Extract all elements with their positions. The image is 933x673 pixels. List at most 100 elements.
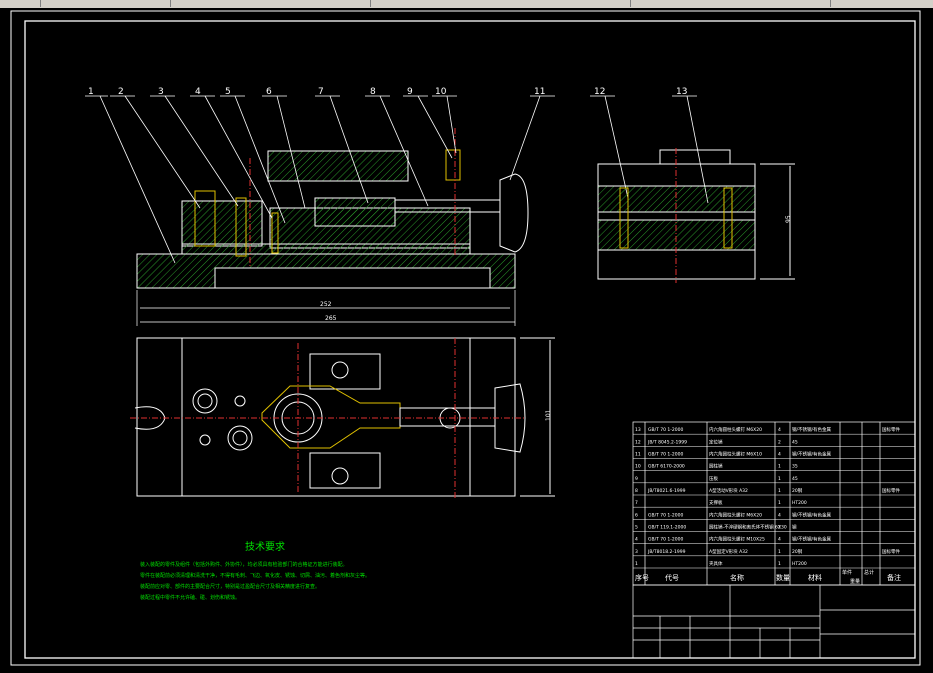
bom-cell-name: 内六角圆柱头螺钉 M6X10 [709,451,762,458]
bom-cell-seq: 9 [635,476,638,482]
balloon-13: 13 [676,87,687,97]
bom-cell-qty: 1 [778,561,781,567]
bom-cell-code: GB/T 70 1-2000 [648,452,684,458]
balloon-4: 4 [195,87,201,97]
bom-cell-seq: 10 [635,464,641,470]
bom-cell-qty: 4 [778,452,781,458]
balloon-10: 10 [435,87,447,97]
bom-cell-name: A型固定V形块 A32 [709,548,748,555]
balloon-9: 9 [407,87,413,97]
balloon-2: 2 [118,87,124,97]
bom-cell-qty: 4 [778,512,781,518]
bom-cell-seq: 11 [635,452,641,458]
header-unit: 单件 [842,569,852,576]
note-line: 零件在装配前必须清理和清洗干净，不得有毛刺、飞边、氧化皮、锈蚀、切屑、油污、着色… [140,572,370,579]
note-line: 装配前应对零、部件的主要配合尺寸，特别是过盈配合尺寸及相关精度进行复查。 [140,583,320,590]
bom-cell-code: GB/T 70 1-2000 [648,537,684,543]
bom-cell-code: JB/T8021.6-1999 [647,488,686,494]
toolbar-button[interactable] [0,0,41,7]
bom-cell-note: 国标零件 [882,548,900,555]
header-seq: 序号 [635,573,649,582]
bom-cell-code: JB/T 8045.2-1999 [647,439,687,445]
bom-cell-mat: HT200 [792,561,807,567]
header-mass: 重量 [850,578,860,585]
bom-cell-qty: 4 [778,427,781,433]
drawing-canvas[interactable]: 1 2 3 4 5 6 7 8 9 10 11 12 13 252 265 95 [0,8,933,669]
bom-rows: 13 GB/T 70 1-2000 内六角圆柱头螺钉 M6X20 4 钢/不锈钢/有色金… [633,426,915,569]
notes-title: 技术要求 [245,540,285,553]
bom-cell-note: 国标零件 [882,487,900,494]
balloon-8: 8 [370,87,376,97]
handle [499,173,529,253]
balloon-labels: 1 2 3 4 5 6 7 8 9 10 11 12 13 [88,87,687,97]
bom-cell-mat: 钢 [792,524,797,531]
bom-cell-mat: 钢/不锈钢/有色金属 [792,536,832,543]
header-material: 材料 [808,573,822,582]
bom-cell-note: 国标零件 [882,426,900,433]
linetype-dropdown[interactable] [370,0,631,7]
bom-header: 序号 代号 名称 数量 材料 单件 总计 重量 备注 [635,569,901,585]
cylinder-pin [445,149,461,181]
clamp-section [267,150,409,182]
bom-cell-mat: 35 [792,464,798,470]
lineweight-dropdown[interactable] [630,0,831,7]
bom-cell-name: 定位销 [709,438,723,445]
bom-cell-name: 内六角圆柱头螺钉 M6X20 [709,511,762,518]
bom-cell-mat: 钢/不锈钢/有色金属 [792,426,832,433]
bom-cell-seq: 12 [635,439,641,445]
bom-cell-qty: 2 [778,525,781,531]
bom-cell-name: A型活动V形块 A32 [709,487,748,494]
bom-cell-code: JB/T8018.2-1999 [647,549,686,555]
balloon-1: 1 [88,87,94,97]
bom-cell-mat: 45 [792,439,798,445]
header-qty: 数量 [776,573,790,582]
dimension-101: 101 [545,409,552,421]
balloon-6: 6 [266,87,272,97]
balloon-12: 12 [594,87,605,97]
bom-cell-seq: 6 [635,512,638,518]
bom-cell-code: GB/T 70 1-2000 [648,427,684,433]
bom-cell-name: 圆柱销 [709,463,723,470]
bom-cell-mat: 钢/不锈钢/有色金属 [792,511,832,518]
balloon-3: 3 [158,87,164,97]
bom-cell-code: GB/T 70 1-2000 [648,512,684,518]
bom-cell-qty: 1 [778,488,781,494]
bom-cell-code: GB/T 119.1-2000 [648,525,686,531]
bom-cell-name: 支撑板 [709,499,723,506]
layer-dropdown[interactable] [40,0,171,7]
bom-cell-mat: 20钢 [792,548,803,555]
dimension-95: 95 [785,215,792,223]
bom-cell-mat: 20钢 [792,487,803,494]
bom-cell-name: 内六角圆柱头螺钉 M10X25 [709,536,765,543]
bom-cell-mat: HT200 [792,500,807,506]
bom-cell-name: 夹具体 [709,560,723,567]
bom-cell-qty: 1 [778,476,781,482]
note-line: 装入装配的零件及组件（包括外购件、外协件），均必须具有检验部门的合格证方能进行装… [140,561,348,568]
bom-cell-name: 压板 [709,475,718,482]
dimension-265: 265 [325,315,337,322]
bom-cell-seq: 5 [635,525,638,531]
fixture-body-section [136,243,516,289]
bom-cell-qty: 1 [778,549,781,555]
notes-lines: 装入装配的零件及组件（包括外购件、外协件），均必须具有检验部门的合格证方能进行装… [140,561,370,601]
header-name: 名称 [730,573,744,582]
bom-cell-code: GB/T 6170-2000 [648,464,685,470]
header-total: 总计 [864,569,874,576]
bom-cell-qty: 1 [778,464,781,470]
balloon-5: 5 [225,87,231,97]
toolbar-control[interactable] [170,0,371,7]
bom-cell-seq: 1 [635,561,638,567]
bom-cell-mat: 钢/不锈钢/有色金属 [792,451,832,458]
bom-cell-name: 圆柱销-不淬硬钢和奥氏体不锈钢 6X30 [709,524,787,531]
bom-cell-qty: 2 [778,439,781,445]
header-code: 代号 [665,573,679,582]
front-view [136,128,529,289]
bom-cell-seq: 4 [635,537,638,543]
bom-cell-name: 内六角圆柱头螺钉 M6X20 [709,426,762,433]
bom-cell-qty: 4 [778,537,781,543]
bom-cell-seq: 13 [635,427,641,433]
top-view [130,337,555,498]
bom-cell-qty: 1 [778,500,781,506]
bom-cell-mat: 45 [792,476,798,482]
header-note: 备注 [887,573,901,582]
